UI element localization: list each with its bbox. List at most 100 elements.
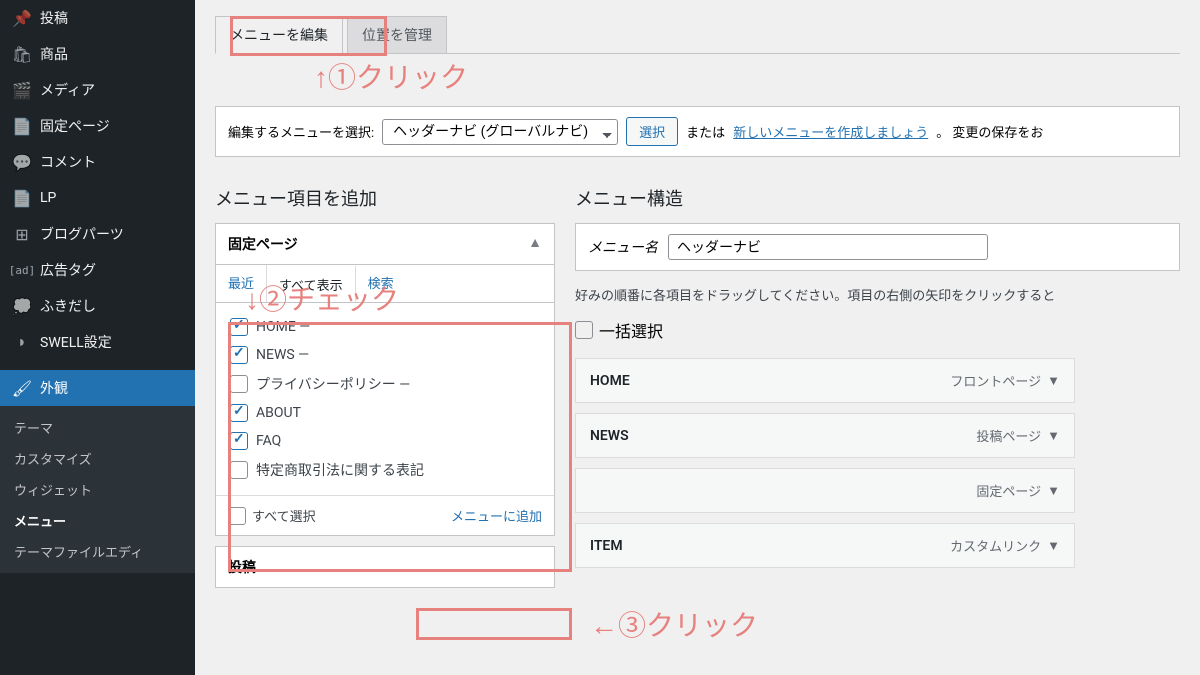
sidebar-item-swell[interactable]: ◗ SWELL設定 bbox=[0, 324, 195, 360]
menu-item-news[interactable]: NEWS 投稿ページ▼ bbox=[575, 413, 1075, 458]
menu-name-label: メニュー名 bbox=[588, 237, 658, 257]
select-button[interactable]: 選択 bbox=[626, 117, 678, 146]
checkbox[interactable] bbox=[230, 404, 248, 422]
checkbox[interactable] bbox=[230, 375, 248, 393]
menu-item-meta: 投稿ページ▼ bbox=[976, 426, 1060, 445]
menu-select[interactable]: ヘッダーナビ (グローバルナビ) bbox=[382, 119, 618, 145]
pin-icon: 📌 bbox=[12, 8, 32, 28]
brush-icon: 🖌 bbox=[12, 378, 32, 398]
page-icon: 📄 bbox=[12, 116, 32, 136]
main-content: メニューを編集 位置を管理 編集するメニューを選択: ヘッダーナビ (グローバル… bbox=[195, 0, 1200, 675]
sidebar-label: 投稿 bbox=[40, 8, 68, 28]
cart-icon: 🛍 bbox=[12, 44, 32, 64]
sidebar-item-media[interactable]: 🎬 メディア bbox=[0, 72, 195, 108]
create-menu-link[interactable]: 新しいメニューを作成しましょう bbox=[733, 122, 928, 141]
menu-item-label: NEWS bbox=[590, 428, 629, 444]
chevron-down-icon[interactable]: ▼ bbox=[1047, 373, 1060, 389]
menu-name-row: メニュー名 bbox=[575, 223, 1180, 271]
menu-item-meta: フロントページ▼ bbox=[950, 371, 1060, 390]
add-items-column: メニュー項目を追加 固定ページ ▲ 最近 すべて表示 検索 HOME — NEW… bbox=[215, 185, 555, 588]
menu-structure-column: メニュー構造 メニュー名 好みの順番に各項目をドラッグしてください。項目の右側の… bbox=[575, 185, 1180, 578]
menu-item-home[interactable]: HOME フロントページ▼ bbox=[575, 358, 1075, 403]
submenu-customize[interactable]: カスタマイズ bbox=[0, 443, 195, 474]
selector-label: 編集するメニューを選択: bbox=[228, 122, 374, 141]
sidebar-submenu: テーマ カスタマイズ ウィジェット メニュー テーマファイルエディ bbox=[0, 406, 195, 573]
sidebar-item-posts[interactable]: 📌 投稿 bbox=[0, 0, 195, 36]
sidebar-label: 固定ページ bbox=[40, 116, 110, 136]
or-text: または bbox=[686, 122, 725, 141]
sidebar-label: LP bbox=[40, 190, 56, 206]
sidebar-item-blogparts[interactable]: ⊞ブログパーツ bbox=[0, 216, 195, 252]
submenu-theme-editor[interactable]: テーマファイルエディ bbox=[0, 536, 195, 567]
checkbox[interactable] bbox=[230, 346, 248, 364]
select-all-label[interactable]: すべて選択 bbox=[228, 506, 316, 525]
subtab-all[interactable]: すべて表示 bbox=[267, 265, 356, 302]
menu-item-meta: カスタムリンク▼ bbox=[950, 536, 1060, 555]
sidebar-label: メディア bbox=[40, 80, 95, 100]
panel-title: 投稿 bbox=[228, 557, 256, 577]
tab-edit-menus[interactable]: メニューを編集 bbox=[215, 16, 343, 54]
menu-selector-row: 編集するメニューを選択: ヘッダーナビ (グローバルナビ) 選択 または新しいメ… bbox=[215, 106, 1180, 157]
sidebar-item-balloon[interactable]: 💭 ふきだし bbox=[0, 288, 195, 324]
grid-icon: ⊞ bbox=[12, 224, 32, 244]
triangle-up-icon: ▲ bbox=[528, 234, 542, 254]
chevron-down-icon[interactable]: ▼ bbox=[1047, 483, 1060, 499]
media-icon: 🎬 bbox=[12, 80, 32, 100]
menu-item-meta: 固定ページ▼ bbox=[976, 481, 1060, 500]
structure-heading: メニュー構造 bbox=[575, 185, 1180, 211]
checkbox[interactable] bbox=[230, 318, 248, 336]
check-item-news[interactable]: NEWS — bbox=[230, 341, 540, 369]
sidebar-label: SWELL設定 bbox=[40, 332, 112, 352]
bulk-label: 一括選択 bbox=[599, 318, 663, 342]
bulk-select-row[interactable]: 一括選択 bbox=[575, 318, 1180, 342]
bulk-checkbox[interactable] bbox=[575, 321, 593, 339]
chevron-down-icon[interactable]: ▼ bbox=[1047, 538, 1060, 554]
check-item-home[interactable]: HOME — bbox=[230, 313, 540, 341]
pages-panel-header[interactable]: 固定ページ ▲ bbox=[216, 224, 554, 265]
sidebar-label: 商品 bbox=[40, 44, 68, 64]
check-item-privacy[interactable]: プライバシーポリシー — bbox=[230, 369, 540, 399]
sidebar-item-products[interactable]: 🛍 商品 bbox=[0, 36, 195, 72]
sidebar-label: ふきだし bbox=[40, 296, 96, 316]
admin-sidebar: 📌 投稿 🛍 商品 🎬 メディア 📄 固定ページ 💬コメント 📄 LP ⊞ブログパーツ [… bbox=[0, 0, 195, 675]
posts-panel-header[interactable]: 投稿 bbox=[216, 547, 554, 587]
add-to-menu-button[interactable]: メニューに追加 bbox=[451, 506, 542, 525]
tab-manage-locations[interactable]: 位置を管理 bbox=[347, 16, 447, 53]
menu-item-fixed[interactable]: 固定ページ▼ bbox=[575, 468, 1075, 513]
checkbox[interactable] bbox=[230, 461, 248, 479]
pages-panel-footer: すべて選択 メニューに追加 bbox=[216, 495, 554, 535]
sidebar-label: 広告タグ bbox=[40, 260, 96, 280]
submenu-widgets[interactable]: ウィジェット bbox=[0, 474, 195, 505]
sidebar-item-appearance[interactable]: 🖌 外観 bbox=[0, 370, 195, 406]
chevron-down-icon[interactable]: ▼ bbox=[1047, 428, 1060, 444]
doc-icon: 📄 bbox=[12, 188, 32, 208]
check-item-tokushou[interactable]: 特定商取引法に関する表記 bbox=[230, 455, 540, 485]
sidebar-label: 外観 bbox=[40, 378, 68, 398]
subtab-recent[interactable]: 最近 bbox=[216, 265, 267, 302]
subtab-search[interactable]: 検索 bbox=[356, 265, 406, 302]
pages-checklist: HOME — NEWS — プライバシーポリシー — ABOUT FAQ 特定商… bbox=[216, 303, 554, 495]
sidebar-item-lp[interactable]: 📄 LP bbox=[0, 180, 195, 216]
sidebar-item-adtags[interactable]: [ad] 広告タグ bbox=[0, 252, 195, 288]
menu-item-item[interactable]: ITEM カスタムリンク▼ bbox=[575, 523, 1075, 568]
check-item-faq[interactable]: FAQ bbox=[230, 427, 540, 455]
speech-icon: 💭 bbox=[12, 296, 32, 316]
comment-icon: 💬 bbox=[12, 152, 32, 172]
select-all-checkbox[interactable] bbox=[228, 507, 246, 525]
submenu-themes[interactable]: テーマ bbox=[0, 412, 195, 443]
check-item-about[interactable]: ABOUT bbox=[230, 399, 540, 427]
swell-icon: ◗ bbox=[12, 332, 32, 352]
panel-title: 固定ページ bbox=[228, 234, 298, 254]
checkbox[interactable] bbox=[230, 432, 248, 450]
submenu-menus[interactable]: メニュー bbox=[0, 505, 195, 536]
pages-panel: 固定ページ ▲ 最近 すべて表示 検索 HOME — NEWS — プライバシー… bbox=[215, 223, 555, 536]
add-items-heading: メニュー項目を追加 bbox=[215, 185, 555, 211]
sidebar-item-comments[interactable]: 💬コメント bbox=[0, 144, 195, 180]
ad-icon: [ad] bbox=[12, 260, 32, 280]
nav-tabs: メニューを編集 位置を管理 bbox=[215, 16, 1180, 54]
sidebar-item-pages[interactable]: 📄 固定ページ bbox=[0, 108, 195, 144]
menu-item-label: HOME bbox=[590, 373, 630, 389]
posts-panel: 投稿 bbox=[215, 546, 555, 588]
menu-name-input[interactable] bbox=[668, 234, 988, 260]
suffix-text: 。 変更の保存をお bbox=[936, 122, 1043, 141]
